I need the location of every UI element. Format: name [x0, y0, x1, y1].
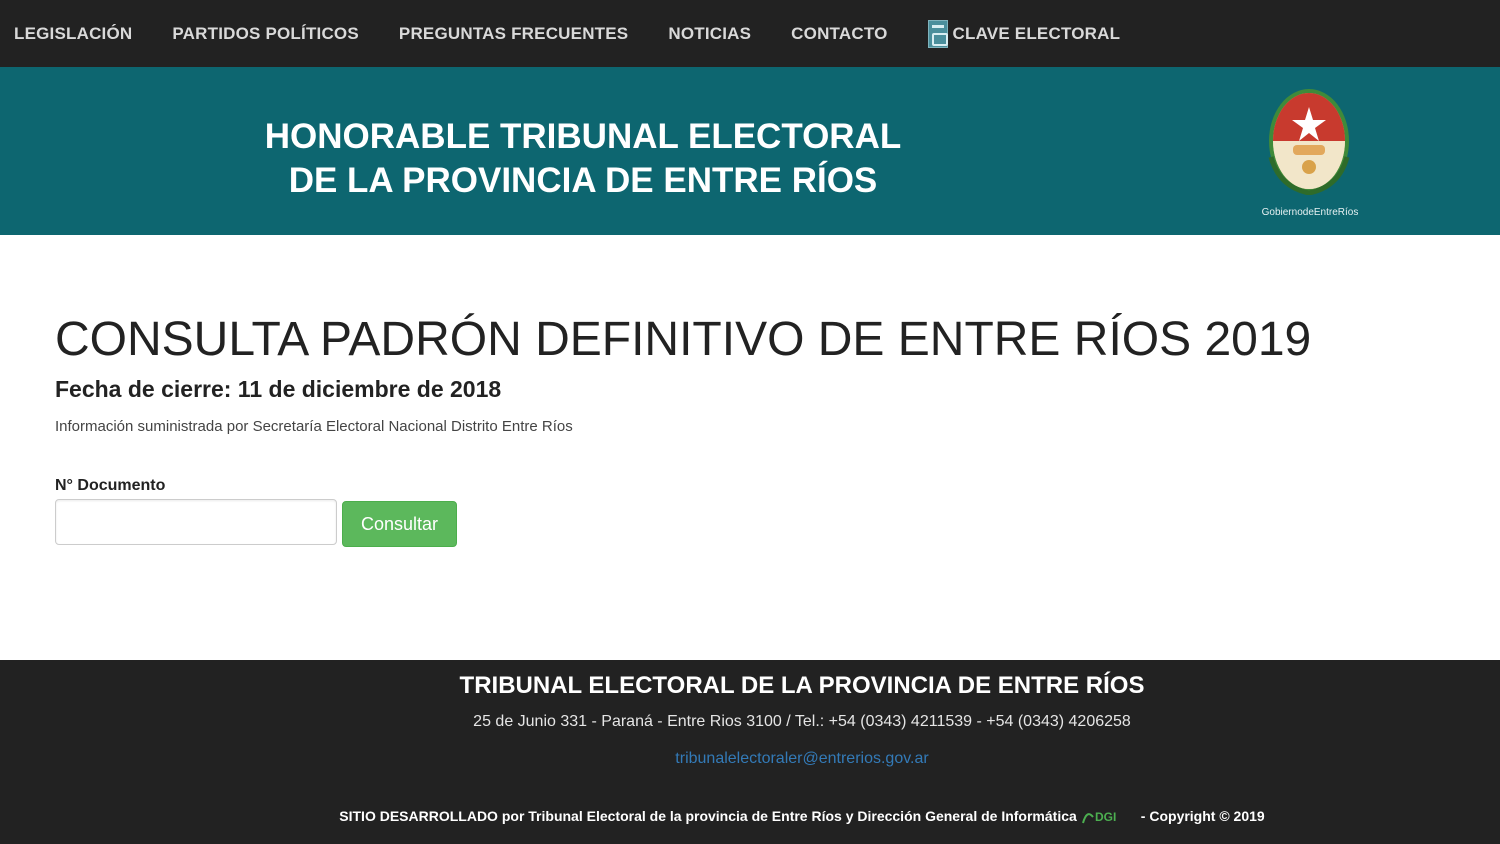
credits-text: SITIO DESARROLLADO por Tribunal Electora…: [339, 808, 1077, 824]
nav-item-noticias[interactable]: NOTICIAS: [668, 24, 751, 44]
footer-email-text: tribunalelectoraler@entrerios.gov.ar: [675, 750, 929, 767]
page-title: CONSULTA PADRÓN DEFINITIVO DE ENTRE RÍOS…: [55, 313, 1312, 366]
nav-item-legislacion[interactable]: LEGISLACIÓN: [14, 24, 132, 44]
nav-item-partidos-politicos[interactable]: PARTIDOS POLÍTICOS: [172, 24, 359, 44]
footer-email-link[interactable]: tribunalelectoraler@entrerios.gov.ar: [0, 750, 1500, 768]
nav-item-label: LEGISLACIÓN: [14, 23, 133, 43]
nav-item-label: PARTIDOS POLÍTICOS: [172, 23, 359, 43]
nav-item-label: CLAVE ELECTORAL: [952, 23, 1121, 43]
top-navigation: LEGISLACIÓN PARTIDOS POLÍTICOS PREGUNTAS…: [0, 0, 1500, 67]
dgi-logo-text: DGI: [1095, 810, 1116, 824]
footer: TRIBUNAL ELECTORAL DE LA PROVINCIA DE EN…: [0, 660, 1500, 844]
footer-credits: SITIO DESARROLLADO por Tribunal Electora…: [0, 807, 1500, 825]
closing-date: Fecha de cierre: 11 de diciembre de 2018: [55, 376, 502, 402]
banner-title: HONORABLE TRIBUNAL ELECTORAL DE LA PROVI…: [233, 115, 933, 203]
nav-item-contacto[interactable]: CONTACTO: [791, 24, 887, 44]
dgi-logo-icon: DGI: [1081, 810, 1116, 824]
nav-item-preguntas-frecuentes[interactable]: PREGUNTAS FRECUENTES: [399, 24, 628, 44]
consultar-button[interactable]: Consultar: [342, 501, 457, 547]
document-input[interactable]: [55, 499, 337, 545]
banner-title-line-1: HONORABLE TRIBUNAL ELECTORAL: [264, 117, 902, 156]
document-label: N° Documento: [55, 477, 166, 494]
banner-title-line-2: DE LA PROVINCIA DE ENTRE RÍOS: [288, 161, 878, 200]
seal-caption: GobiernodeEntreRíos: [1261, 207, 1359, 218]
footer-title: TRIBUNAL ELECTORAL DE LA PROVINCIA DE EN…: [459, 672, 1145, 699]
info-source: Información suministrada por Secretaría …: [55, 418, 573, 435]
key-card-icon: [927, 19, 948, 48]
copyright-text: - Copyright © 2019: [1140, 808, 1265, 824]
nav-item-label: PREGUNTAS FRECUENTES: [398, 23, 629, 43]
header-banner: HONORABLE TRIBUNAL ELECTORAL DE LA PROVI…: [0, 67, 1500, 235]
provincial-seal-icon: [1268, 89, 1350, 195]
nav-item-label: NOTICIAS: [668, 23, 752, 43]
footer-address: 25 de Junio 331 - Paraná - Entre Rios 31…: [473, 713, 1131, 730]
nav-item-clave-electoral[interactable]: CLAVE ELECTORAL: [927, 19, 1121, 48]
nav-item-label: CONTACTO: [791, 23, 888, 43]
